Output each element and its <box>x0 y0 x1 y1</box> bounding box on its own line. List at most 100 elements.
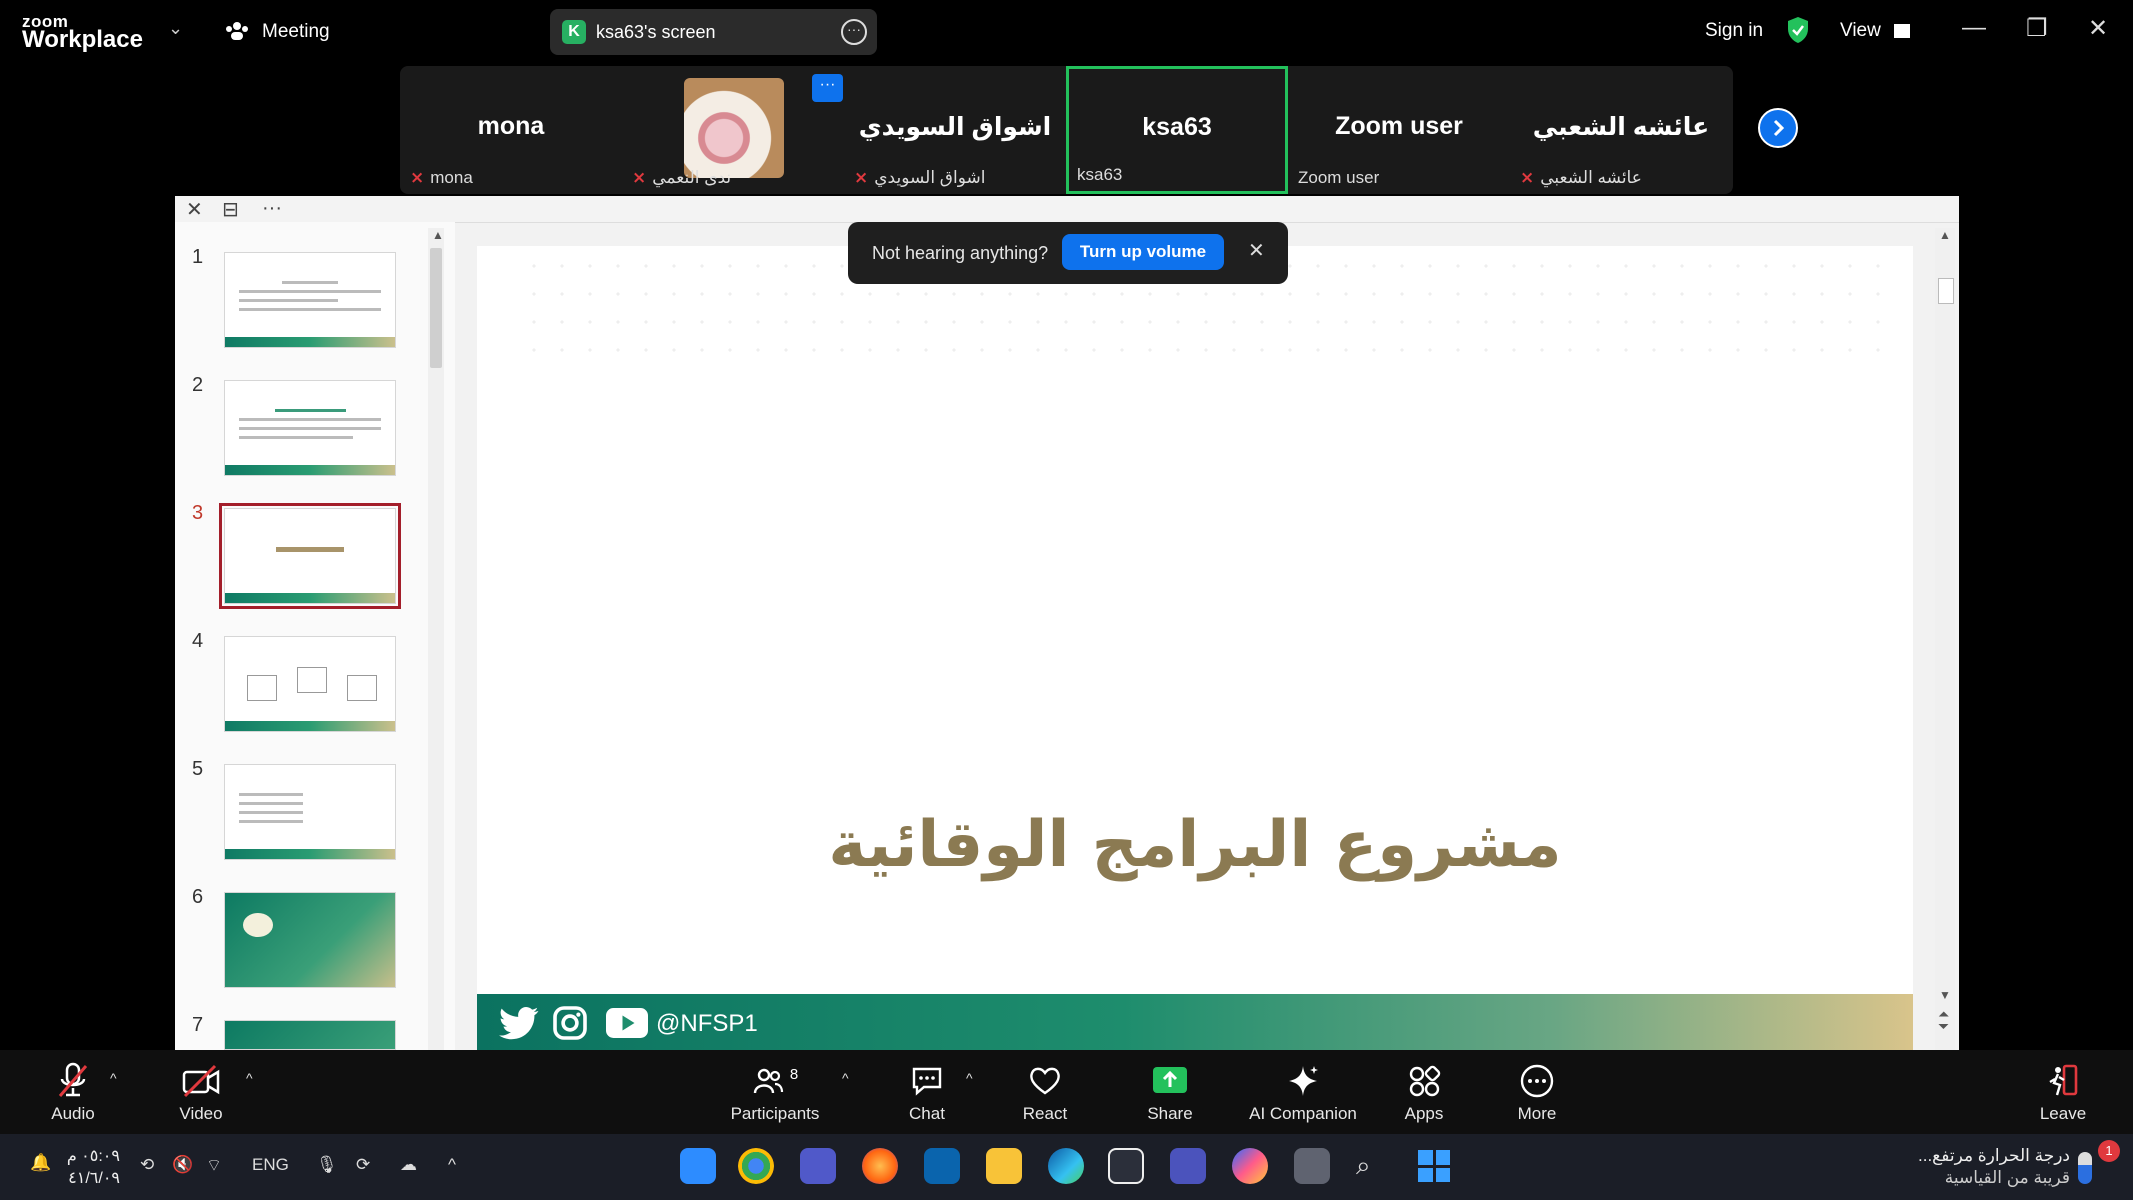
mic-muted-icon: ⨯ <box>854 168 869 187</box>
slide-thumbnail-selected[interactable] <box>219 503 401 609</box>
firefox-app-icon[interactable] <box>862 1148 898 1184</box>
chrome-app-icon[interactable] <box>738 1148 774 1184</box>
participants-button[interactable]: 8 Participants <box>720 1062 830 1124</box>
participant-tile[interactable]: عائشه الشعبي عائشه الشعبي ⨯ <box>1510 66 1732 194</box>
participant-tile[interactable]: اشواق السويدي اشواق السويدي ⨯ <box>844 66 1066 194</box>
minimize-icon[interactable]: — <box>1962 14 1986 42</box>
zoom-app-icon[interactable] <box>680 1148 716 1184</box>
participant-display-name: Zoom user <box>1335 112 1463 140</box>
restore-icon[interactable]: ❐ <box>2026 14 2048 43</box>
teams-chat-app-icon[interactable] <box>1170 1148 1206 1184</box>
react-button[interactable]: React <box>990 1062 1100 1124</box>
microphone-icon[interactable]: 🎙 <box>316 1155 338 1175</box>
slide-title: مشروع البرامج الوقائية <box>828 808 1562 882</box>
file-explorer-icon[interactable] <box>986 1148 1022 1184</box>
speaker-muted-icon[interactable]: 🔇 <box>172 1155 193 1175</box>
slide-thumbnail[interactable] <box>224 764 396 860</box>
close-pane-icon[interactable]: ✕ <box>186 197 203 222</box>
mail-app-icon[interactable] <box>924 1148 960 1184</box>
participants-label: Participants <box>730 1104 820 1123</box>
heart-icon <box>1030 1067 1060 1095</box>
meeting-menu[interactable]: Meeting <box>262 21 330 43</box>
more-icon <box>1520 1064 1554 1098</box>
mic-muted-icon: ⨯ <box>632 168 647 187</box>
notification-bell-icon[interactable]: 🔔 <box>30 1153 51 1173</box>
scroll-up-icon[interactable]: ▲ <box>432 228 444 242</box>
copilot-app-icon[interactable] <box>1232 1148 1268 1184</box>
previous-slide-icon[interactable]: ⏶ ⏷ <box>1938 1007 1949 1033</box>
task-view-icon[interactable] <box>1294 1148 1330 1184</box>
video-button[interactable]: Video <box>146 1062 256 1124</box>
participant-tile[interactable]: Zoom user Zoom user <box>1288 66 1510 194</box>
apps-button[interactable]: Apps <box>1369 1062 1479 1124</box>
view-button[interactable]: View <box>1840 20 1911 42</box>
scroll-down-icon[interactable]: ▼ <box>1939 988 1951 1002</box>
video-options-caret[interactable]: ^ <box>246 1070 253 1086</box>
clock-time[interactable]: ٠٥:٠٩ م <box>60 1146 120 1166</box>
participant-tile-active[interactable]: ksa63 ksa63 <box>1066 66 1288 194</box>
participant-label: اشواق السويدي <box>874 168 986 187</box>
thumbnail-scroll-thumb[interactable] <box>430 248 442 368</box>
audio-options-caret[interactable]: ^ <box>110 1070 117 1086</box>
participant-tile[interactable]: mona ⨯ mona <box>400 66 622 194</box>
slide-scrollbar[interactable] <box>1935 228 1955 1050</box>
more-button[interactable]: More <box>1482 1062 1592 1124</box>
screen-share-indicator[interactable]: K ksa63's screen ··· <box>550 9 877 55</box>
participant-photo <box>684 78 784 178</box>
meeting-people-icon[interactable] <box>224 18 250 44</box>
leave-button[interactable]: Leave <box>2008 1062 2118 1124</box>
edge-app-icon[interactable] <box>1048 1148 1084 1184</box>
participants-options-caret[interactable]: ^ <box>842 1070 849 1086</box>
close-icon[interactable]: ✕ <box>1248 238 1265 263</box>
teams-app-icon[interactable] <box>800 1148 836 1184</box>
sync-icon[interactable]: ⟳ <box>356 1155 370 1175</box>
ai-companion-button[interactable]: AI Companion <box>1243 1062 1363 1124</box>
scroll-up-icon[interactable]: ▲ <box>1939 228 1951 242</box>
ai-companion-label: AI Companion <box>1249 1104 1357 1123</box>
clock-date[interactable]: ٤١/٦/٠٩ <box>60 1168 120 1188</box>
participants-count: 8 <box>789 1065 799 1083</box>
more-icon[interactable]: ··· <box>262 197 282 220</box>
next-page-button[interactable] <box>1758 108 1798 148</box>
store-app-icon[interactable] <box>1108 1148 1144 1184</box>
apps-icon <box>1409 1065 1441 1097</box>
mic-muted-icon: ⨯ <box>1520 168 1535 187</box>
slide-number: 1 <box>192 246 204 268</box>
layout-icon[interactable]: ⊟ <box>222 197 239 222</box>
rotate-icon[interactable]: ⟲ <box>140 1155 154 1175</box>
slide-scroll-thumb[interactable] <box>1938 278 1954 304</box>
chat-icon <box>912 1067 942 1096</box>
weather-badge: 1 <box>2098 1140 2120 1162</box>
search-icon[interactable]: ⌕ <box>1356 1150 1371 1182</box>
slide-thumbnail[interactable] <box>224 1020 396 1050</box>
slide-thumbnail[interactable] <box>224 380 396 476</box>
slide-thumbnail[interactable] <box>224 252 396 348</box>
more-options-button[interactable]: ··· <box>812 74 843 102</box>
chevron-down-icon[interactable]: ⌄ <box>168 18 183 39</box>
participant-display-name: عائشه الشعبي <box>1532 113 1710 141</box>
turn-up-volume-button[interactable]: Turn up volume <box>1062 234 1224 270</box>
wifi-icon[interactable]: ⌔ <box>206 1155 222 1176</box>
participant-tile[interactable]: ندى النعمي ⨯ <box>622 66 844 194</box>
participant-label: mona <box>430 168 473 187</box>
chat-options-caret[interactable]: ^ <box>966 1070 973 1086</box>
notification-message: Not hearing anything? <box>872 243 1049 263</box>
react-label: React <box>1022 1104 1068 1123</box>
slide-thumbnail[interactable] <box>224 892 396 988</box>
sign-in-button[interactable]: Sign in <box>1705 20 1763 42</box>
weather-subtitle[interactable]: قريبة من القياسية <box>1800 1168 2070 1188</box>
share-button[interactable]: Share <box>1115 1062 1225 1124</box>
cloud-icon[interactable]: ☁ <box>400 1155 417 1175</box>
chevron-up-icon[interactable]: ^ <box>448 1155 456 1175</box>
video-off-icon <box>182 1064 220 1098</box>
weather-title[interactable]: درجة الحرارة مرتفع... <box>1800 1146 2070 1166</box>
encryption-shield-icon[interactable] <box>1786 16 1810 44</box>
share-label: Share <box>1147 1104 1193 1123</box>
close-window-icon[interactable]: ✕ <box>2088 14 2108 43</box>
windows-start-icon[interactable] <box>1418 1150 1450 1182</box>
screen-share-label: ksa63's screen <box>596 22 716 42</box>
input-language[interactable]: ENG <box>252 1155 289 1175</box>
current-slide: مشروع البرامج الوقائية <box>477 246 1913 1050</box>
slide-thumbnail[interactable] <box>224 636 396 732</box>
share-options-icon[interactable]: ··· <box>841 19 867 45</box>
